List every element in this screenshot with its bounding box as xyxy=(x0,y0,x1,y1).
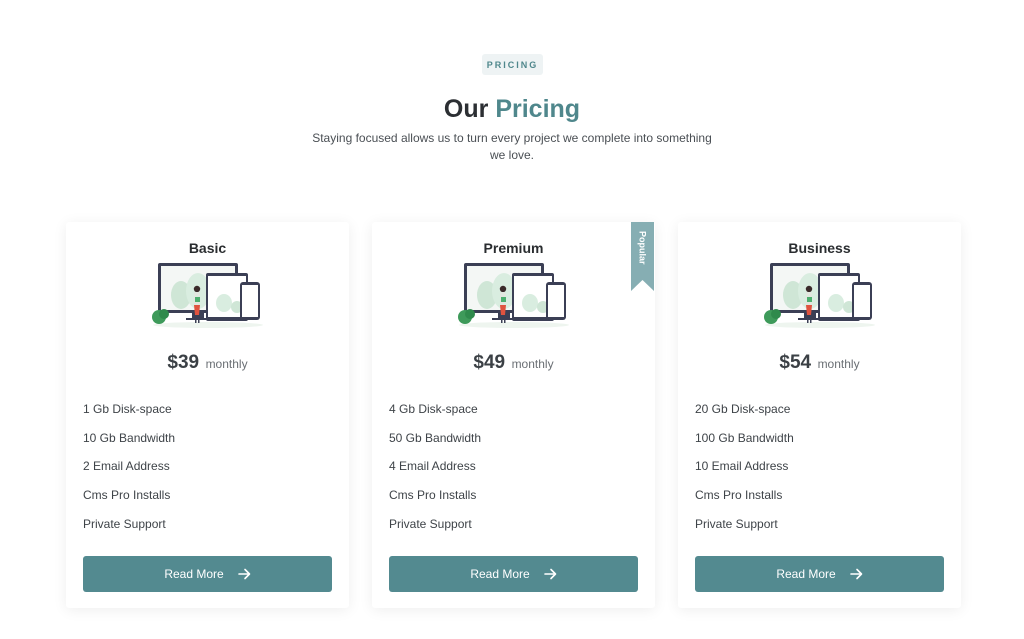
arrow-right-icon xyxy=(849,568,862,580)
feature-item: 1 Gb Disk-space xyxy=(83,402,172,416)
plan-name: Business xyxy=(788,240,851,256)
plan-price: $49 monthly xyxy=(372,352,655,374)
plan-name: Basic xyxy=(188,240,227,256)
devices-illustration xyxy=(458,263,569,328)
plan-price: $39 monthly xyxy=(66,352,349,374)
feature-item: Private Support xyxy=(83,516,166,531)
feature-item: 4 Email Address xyxy=(389,459,476,474)
feature-item: Private Support xyxy=(389,516,472,531)
feature-item: Private Support xyxy=(695,516,778,531)
pricing-card-premium: Popular Premium $49 monthly 4 Gb Disk-sp… xyxy=(372,222,655,608)
read-more-button[interactable]: Read More xyxy=(83,556,332,592)
feature-item: 100 Gb Bandwidth xyxy=(695,430,794,445)
arrow-right-icon xyxy=(543,568,556,580)
page-title: Our Pricing xyxy=(0,95,1024,124)
devices-illustration xyxy=(764,263,875,328)
feature-item: 4 Gb Disk-space xyxy=(389,402,478,416)
feature-item: 2 Email Address xyxy=(83,459,170,474)
page-subtitle: Staying focused allows us to turn every … xyxy=(312,131,712,162)
title-accent: Pricing xyxy=(495,95,581,123)
button-label: Read More xyxy=(776,567,836,581)
price-amount: $39 xyxy=(167,352,200,373)
section-badge: PRICING xyxy=(482,54,543,75)
feature-item: 50 Gb Bandwidth xyxy=(389,430,482,445)
feature-item: Cms Pro Installs xyxy=(83,488,171,503)
devices-illustration xyxy=(152,263,263,328)
feature-item: Cms Pro Installs xyxy=(389,488,477,503)
plan-price: $54 monthly xyxy=(678,352,961,374)
title-plain: Our xyxy=(443,95,489,123)
feature-item: 20 Gb Disk-space xyxy=(695,402,791,416)
price-period: monthly xyxy=(205,357,248,371)
pricing-card-business: Business $54 monthly 20 Gb Disk-space 10… xyxy=(678,222,961,608)
feature-item: Cms Pro Installs xyxy=(695,488,783,503)
button-label: Read More xyxy=(164,567,224,581)
feature-list: 1 Gb Disk-space 10 Gb Bandwidth 2 Email … xyxy=(83,402,175,545)
feature-list: 4 Gb Disk-space 50 Gb Bandwidth 4 Email … xyxy=(389,402,481,545)
read-more-button[interactable]: Read More xyxy=(695,556,944,592)
price-period: monthly xyxy=(511,357,554,371)
feature-item: 10 Email Address xyxy=(695,459,789,474)
plan-name: Premium xyxy=(483,240,544,256)
price-amount: $54 xyxy=(779,352,812,373)
feature-list: 20 Gb Disk-space 100 Gb Bandwidth 10 Ema… xyxy=(695,402,794,545)
pricing-card-basic: Basic $39 monthly 1 Gb Disk-space 10 Gb … xyxy=(66,222,349,608)
button-label: Read More xyxy=(470,567,530,581)
read-more-button[interactable]: Read More xyxy=(389,556,638,592)
price-period: monthly xyxy=(817,357,860,371)
arrow-right-icon xyxy=(237,568,250,580)
price-amount: $49 xyxy=(473,352,506,373)
feature-item: 10 Gb Bandwidth xyxy=(83,430,176,445)
